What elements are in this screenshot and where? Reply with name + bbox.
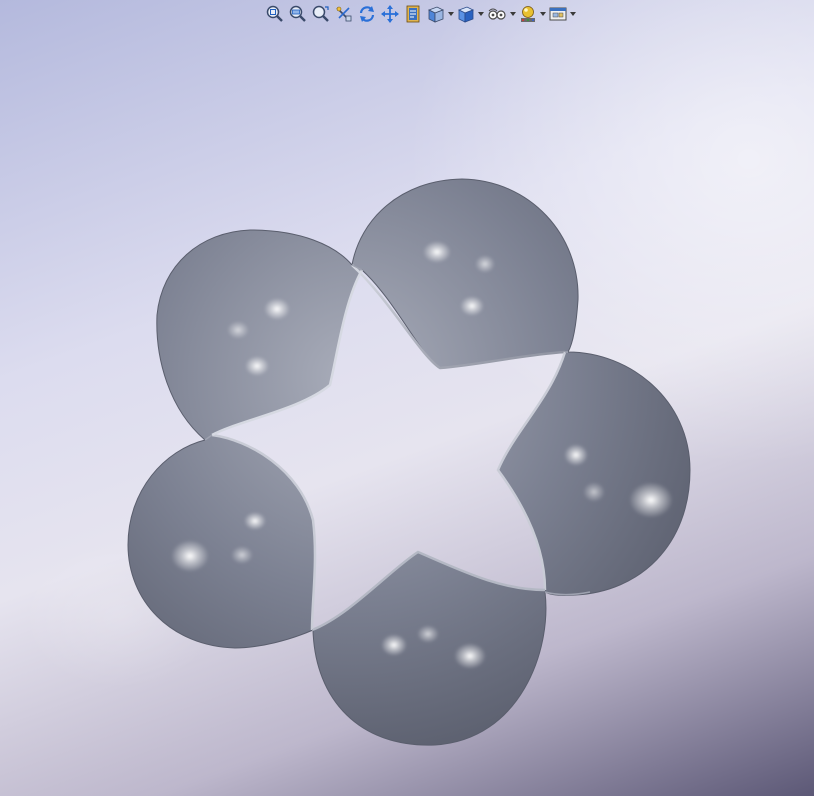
section-view-button[interactable]	[333, 3, 355, 25]
chevron-down-icon	[478, 12, 484, 16]
heads-up-view-toolbar	[264, 2, 576, 26]
appearance-icon	[521, 6, 535, 22]
zoom-to-area-button[interactable]	[287, 3, 309, 25]
rotate-view-button[interactable]	[356, 3, 378, 25]
rotate-icon	[359, 6, 375, 22]
band-surface[interactable]	[127, 178, 691, 746]
chevron-down-icon	[510, 12, 516, 16]
annotation-icon	[406, 5, 420, 23]
zoom-to-fit-button[interactable]	[264, 3, 286, 25]
view-orientation-button[interactable]	[425, 3, 447, 25]
dynamic-annotation-button[interactable]	[402, 3, 424, 25]
edit-appearance-button[interactable]	[517, 3, 539, 25]
previous-view-icon	[312, 5, 329, 22]
3d-model-view[interactable]	[0, 0, 814, 796]
hide-show-icon	[488, 8, 506, 20]
chevron-down-icon	[448, 12, 454, 16]
section-view-icon	[336, 6, 352, 22]
hide-show-dropdown-arrow[interactable]	[510, 3, 516, 25]
zoom-area-icon	[289, 5, 306, 22]
twisted-band-model[interactable]	[127, 178, 691, 746]
graphics-viewport[interactable]	[0, 0, 814, 796]
pan-view-button[interactable]	[379, 3, 401, 25]
view-settings-icon	[549, 7, 567, 21]
chevron-down-icon	[570, 12, 576, 16]
display-style-dropdown-arrow[interactable]	[478, 3, 484, 25]
previous-view-button[interactable]	[310, 3, 332, 25]
edit-appearance-dropdown-arrow[interactable]	[540, 3, 546, 25]
view-orientation-icon	[428, 6, 444, 23]
pan-icon	[381, 5, 399, 23]
view-orientation-dropdown-arrow[interactable]	[448, 3, 454, 25]
display-style-icon	[458, 6, 474, 23]
hide-show-items-button[interactable]	[485, 3, 509, 25]
chevron-down-icon	[540, 12, 546, 16]
view-settings-dropdown-arrow[interactable]	[570, 3, 576, 25]
display-style-button[interactable]	[455, 3, 477, 25]
zoom-fit-icon	[266, 5, 283, 22]
view-settings-button[interactable]	[547, 3, 569, 25]
